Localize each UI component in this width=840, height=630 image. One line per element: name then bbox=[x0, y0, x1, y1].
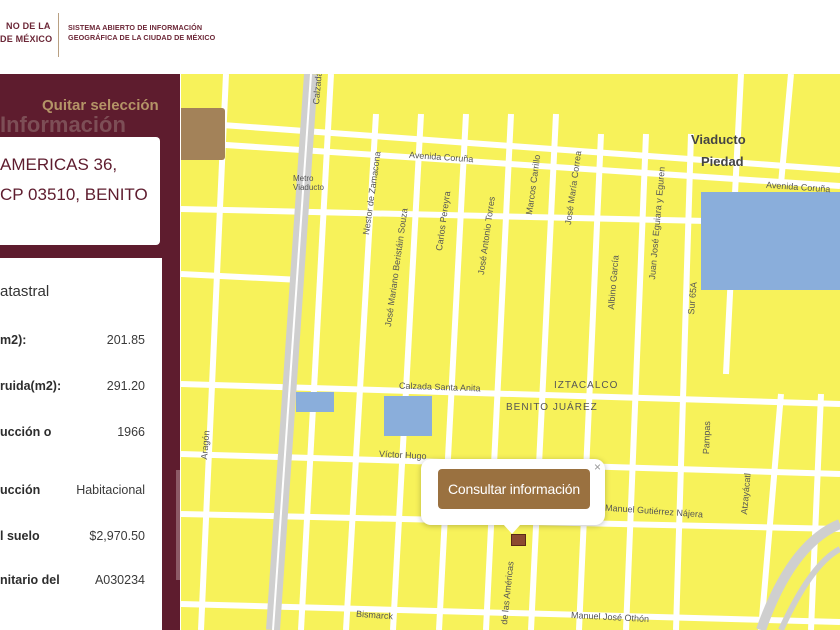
row-label: ucción o bbox=[0, 425, 52, 439]
system-title-line-2: GEOGRÁFICA DE LA CIUDAD DE MÉXICO bbox=[68, 33, 216, 42]
gov-line-1: NO DE LA bbox=[6, 21, 51, 31]
area-label: IZTACALCO bbox=[554, 380, 619, 391]
gov-line-2: DE MÉXICO bbox=[0, 34, 53, 44]
section-heading: Información bbox=[0, 112, 126, 137]
row-value: 1966 bbox=[117, 425, 145, 439]
street-label: Pampas bbox=[701, 420, 713, 455]
close-icon[interactable]: × bbox=[594, 460, 601, 474]
address-text: AMERICAS 36, CP 03510, BENITO bbox=[0, 150, 148, 210]
row-value: 291.20 bbox=[106, 379, 145, 393]
row-label: l suelo bbox=[0, 529, 40, 543]
row-label: nitario del bbox=[0, 573, 60, 587]
selected-parcel[interactable] bbox=[511, 534, 526, 546]
area-label: BENITO JUÁREZ bbox=[506, 402, 598, 413]
row-value: 201.85 bbox=[106, 333, 145, 347]
metro-label: Metro Viaducto bbox=[293, 174, 324, 192]
consult-information-button[interactable]: Consultar información bbox=[438, 469, 590, 509]
row-value: $2,970.50 bbox=[89, 529, 145, 543]
area-label: Piedad bbox=[701, 154, 744, 169]
row-value: Habitacional bbox=[76, 483, 145, 497]
system-title: SISTEMA ABIERTO DE INFORMACIÓN GEOGRÁFIC… bbox=[68, 23, 215, 43]
info-popup: × Consultar información bbox=[421, 459, 605, 534]
panel-title: atastral bbox=[0, 283, 50, 300]
government-logo-text: NO DE LA DE MÉXICO bbox=[0, 20, 52, 46]
app-header: NO DE LA DE MÉXICO SISTEMA ABIERTO DE IN… bbox=[0, 0, 840, 74]
selection-marker bbox=[181, 108, 225, 160]
row-value: A030234 bbox=[94, 573, 145, 587]
system-title-line-1: SISTEMA ABIERTO DE INFORMACIÓN bbox=[68, 23, 203, 32]
row-label: ucción bbox=[0, 483, 41, 497]
header-divider bbox=[58, 13, 59, 57]
park-area bbox=[296, 392, 334, 412]
row-label: m2): bbox=[0, 333, 27, 347]
park-area bbox=[384, 396, 432, 436]
area-label: Viaducto bbox=[691, 132, 746, 147]
map-view[interactable]: Calzada Viaducto Piedad Avenida Coruña A… bbox=[181, 74, 840, 630]
park-area bbox=[701, 192, 840, 290]
address-line-2: CP 03510, BENITO bbox=[0, 185, 148, 204]
address-line-1: AMERICAS 36, bbox=[0, 155, 118, 174]
row-label: ruida(m2): bbox=[0, 379, 62, 393]
sidebar-scrollbar-thumb[interactable] bbox=[176, 470, 180, 580]
